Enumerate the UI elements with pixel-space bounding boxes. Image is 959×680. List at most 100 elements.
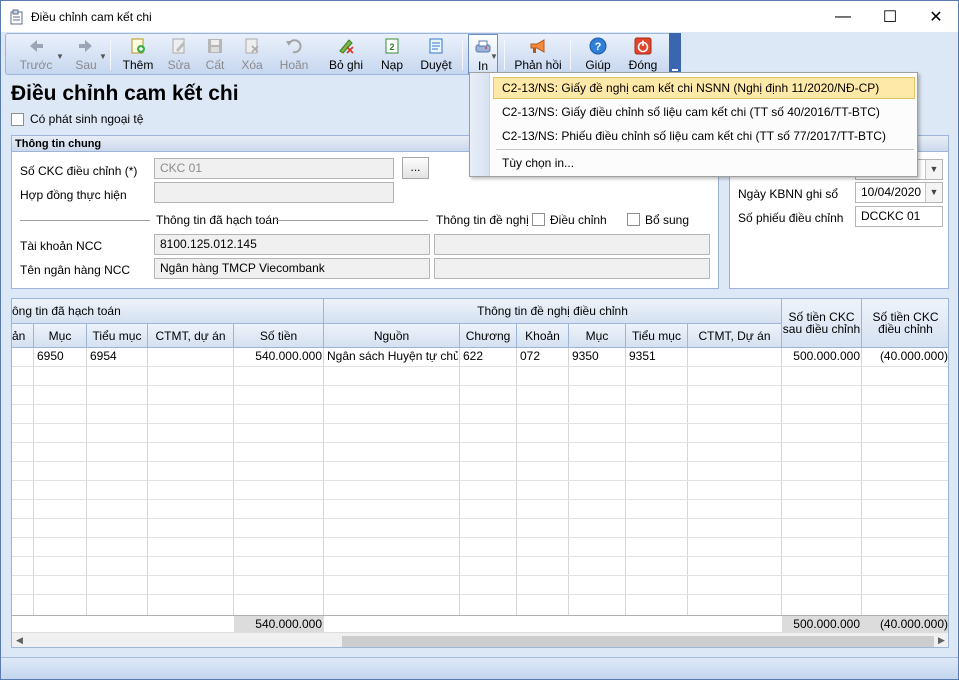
kbnn-date-label: Ngày KBNN ghi sổ — [738, 187, 839, 201]
maximize-button[interactable]: ☐ — [867, 1, 913, 32]
cell-amount[interactable]: 540.000.000 — [236, 349, 322, 363]
prev-dropdown-icon[interactable]: ▼ — [56, 52, 64, 61]
cell-source[interactable]: Ngân sách Huyện tự chủ — [327, 349, 458, 363]
adjustment-grid: ông tin đã hạch toán Thông tin đề nghị đ… — [11, 298, 949, 648]
save-button[interactable]: Cất — [198, 34, 232, 74]
load-button[interactable]: 2 Nạp — [374, 34, 410, 74]
foreign-currency-checkbox[interactable] — [11, 112, 24, 126]
grid-row-line — [12, 423, 948, 424]
unpost-button[interactable]: Bỏ ghi — [324, 34, 368, 74]
horizontal-scrollbar[interactable]: ◀ ▶ — [12, 632, 948, 647]
col-header-adjust[interactable]: Số tiền CKC điều chỉnh — [862, 299, 948, 348]
contract-label: Hợp đồng thực hiện — [20, 188, 127, 202]
col-header-amount[interactable]: Số tiền — [234, 324, 324, 348]
grid-row-line — [12, 385, 948, 386]
grid-col-line — [516, 348, 517, 620]
cell-tieu-muc-2[interactable]: 9351 — [629, 349, 685, 363]
grid-row-line — [12, 404, 948, 405]
grid-row-line — [12, 556, 948, 557]
grid-col-line — [568, 348, 569, 620]
toolbar-overflow-button[interactable] — [669, 33, 681, 75]
megaphone-icon — [530, 39, 545, 53]
voucher-number-field[interactable]: DCCKC 01 — [855, 206, 943, 227]
account-proposal-field[interactable] — [434, 234, 710, 255]
cell-muc[interactable]: 6950 — [37, 349, 85, 363]
prev-button[interactable]: Trước — [14, 34, 58, 74]
col-header-source[interactable]: Nguồn — [324, 324, 460, 348]
window-title: Điều chỉnh cam kết chi — [31, 9, 152, 24]
app-icon — [10, 9, 23, 24]
supplement-checkbox[interactable] — [627, 213, 640, 226]
col-header-tieu-muc[interactable]: Tiểu mục — [87, 324, 148, 348]
undo-button[interactable]: Hoãn — [274, 34, 314, 74]
print-dropdown-icon[interactable]: ▼ — [490, 52, 498, 61]
cell-muc-2[interactable]: 9350 — [572, 349, 624, 363]
next-dropdown-icon[interactable]: ▼ — [99, 52, 107, 61]
toolbar-separator — [504, 40, 505, 70]
adjust-checkbox[interactable] — [532, 213, 545, 226]
cell-after-adjust[interactable]: 500.000.000 — [784, 349, 860, 363]
grid-totals-row: 540.000.000 500.000.000 (40.000.000) — [12, 615, 948, 632]
cell-tieu-muc[interactable]: 6954 — [90, 349, 146, 363]
delete-button[interactable]: Xóa — [234, 34, 270, 74]
grid-group-posted: ông tin đã hạch toán — [12, 299, 324, 324]
close-window-button[interactable]: ✕ — [913, 1, 959, 32]
print-menu-item-options[interactable]: Tùy chọn in... — [493, 152, 915, 174]
col-header-ctmt-2[interactable]: CTMT, Dự án — [688, 324, 782, 348]
scroll-left-icon[interactable]: ◀ — [16, 635, 23, 646]
help-button[interactable]: ? Giúp — [580, 34, 616, 74]
col-header-muc[interactable]: Mục — [34, 324, 87, 348]
account-field[interactable]: 8100.125.012.145 — [154, 234, 430, 255]
main-window: Điều chỉnh cam kết chi — ☐ ✕ Trước ▼ Sau… — [0, 0, 959, 680]
cell-adjust[interactable]: (40.000.000) — [864, 349, 948, 363]
grid-col-line — [33, 348, 34, 620]
add-button[interactable]: Thêm — [118, 34, 158, 74]
svg-text:2: 2 — [389, 42, 394, 52]
calendar-dropdown-icon[interactable]: ▼ — [925, 183, 942, 202]
col-header-tieu-muc-2[interactable]: Tiểu mục — [626, 324, 688, 348]
grid-col-line — [86, 348, 87, 620]
maximize-icon: ☐ — [882, 8, 898, 26]
ckc-field[interactable]: CKC 01 — [154, 158, 394, 179]
grid-row-line — [12, 575, 948, 576]
account-label: Tài khoản NCC — [20, 239, 103, 253]
proposal-info-heading: Thông tin đề nghị — [436, 213, 529, 227]
arrow-right-icon — [79, 40, 92, 52]
toolbar-separator — [110, 40, 111, 70]
cell-chuong[interactable]: 622 — [463, 349, 515, 363]
print-menu-item-phieu-tt77[interactable]: C2-13/NS: Phiếu điều chỉnh số liệu cam k… — [493, 125, 915, 147]
col-header-ctmt[interactable]: CTMT, dự án — [148, 324, 234, 348]
col-header-account[interactable]: ản — [12, 324, 34, 348]
col-header-muc-2[interactable]: Mục — [569, 324, 626, 348]
scrollbar-thumb[interactable] — [342, 636, 934, 647]
delete-document-icon — [245, 38, 259, 54]
print-menu-item-cam-ket-chi[interactable]: C2-13/NS: Giấy đề nghị cam kết chi NSNN … — [493, 77, 915, 99]
cell-khoan[interactable]: 072 — [520, 349, 566, 363]
ckc-label: Số CKC điều chỉnh (*) — [20, 164, 138, 178]
ckc-browse-button[interactable]: ... — [402, 157, 429, 179]
load-icon: 2 — [385, 38, 399, 54]
total-after-adjust: 500.000.000 — [782, 616, 862, 632]
bank-field[interactable]: Ngân hàng TMCP Viecombank — [154, 258, 430, 279]
scroll-right-icon[interactable]: ▶ — [938, 635, 945, 646]
toolbar-separator — [462, 40, 463, 70]
edit-button[interactable]: Sửa — [162, 34, 196, 74]
contract-field[interactable] — [154, 182, 394, 203]
kbnn-date-field[interactable]: 10/04/2020 ▼ — [855, 182, 943, 203]
minimize-button[interactable]: — — [820, 1, 866, 32]
bank-proposal-field[interactable] — [434, 258, 710, 279]
menu-separator — [496, 149, 914, 150]
feedback-button[interactable]: Phản hồi — [512, 34, 564, 74]
col-header-khoan[interactable]: Khoản — [517, 324, 569, 348]
total-amount: 540.000.000 — [234, 616, 324, 632]
grid-row-line — [12, 480, 948, 481]
col-header-after-adjust[interactable]: Số tiền CKC sau điều chỉnh — [782, 299, 862, 348]
approve-button[interactable]: Duyệt — [416, 34, 456, 74]
close-button[interactable]: Đóng — [624, 34, 662, 74]
col-header-chuong[interactable]: Chương — [460, 324, 517, 348]
print-menu-item-dieu-chinh-tt40[interactable]: C2-13/NS: Giấy điều chỉnh số liệu cam kế… — [493, 101, 915, 123]
floppy-icon — [208, 39, 222, 53]
grid-row-line — [12, 461, 948, 462]
chevron-down-icon[interactable]: ▼ — [925, 160, 942, 179]
title-bar: Điều chỉnh cam kết chi — ☐ ✕ — [1, 1, 958, 32]
